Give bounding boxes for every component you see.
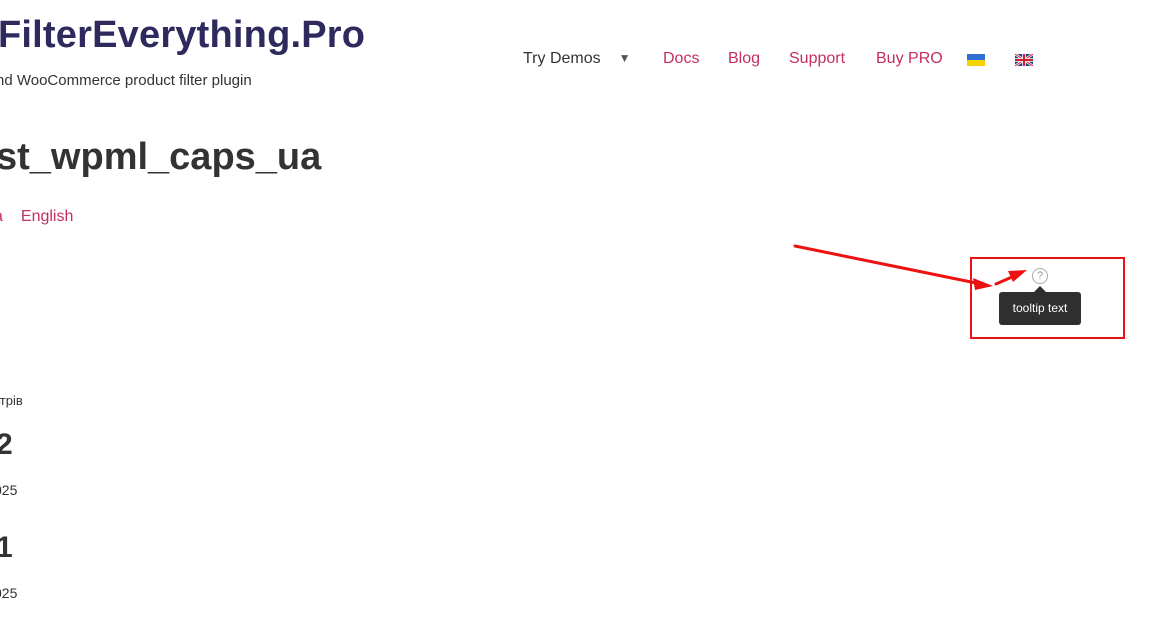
annotation-highlight-box	[970, 257, 1125, 339]
nav-item-buy-pro[interactable]: Buy PRO	[876, 50, 943, 68]
post-title[interactable]: 1	[0, 531, 13, 565]
nav-item-blog[interactable]: Blog	[728, 50, 760, 68]
nav-item-try-demos[interactable]: Try Demos ▼	[523, 50, 631, 68]
post-title[interactable]: 2	[0, 428, 13, 462]
post-date: 025	[0, 482, 18, 498]
ukraine-flag-icon[interactable]	[967, 54, 985, 66]
nav-item-label: Try Demos	[523, 50, 601, 67]
annotation-arrow-line	[793, 244, 978, 285]
post-date: 025	[0, 585, 18, 601]
uk-flag-icon[interactable]	[1015, 54, 1033, 66]
chevron-down-icon: ▼	[618, 51, 631, 65]
nav-item-docs[interactable]: Docs	[663, 50, 699, 68]
filters-label: ьтрів	[0, 393, 23, 408]
site-title[interactable]: FilterEverything.Pro	[0, 14, 365, 57]
page-title: st_wpml_caps_ua	[0, 136, 322, 178]
site-tagline: nd WooCommerce product filter plugin	[0, 72, 252, 89]
language-switcher: a English	[0, 208, 73, 226]
language-link-ukrainian[interactable]: a	[0, 208, 3, 225]
language-link-english[interactable]: English	[21, 208, 73, 225]
nav-item-support[interactable]: Support	[789, 50, 845, 68]
